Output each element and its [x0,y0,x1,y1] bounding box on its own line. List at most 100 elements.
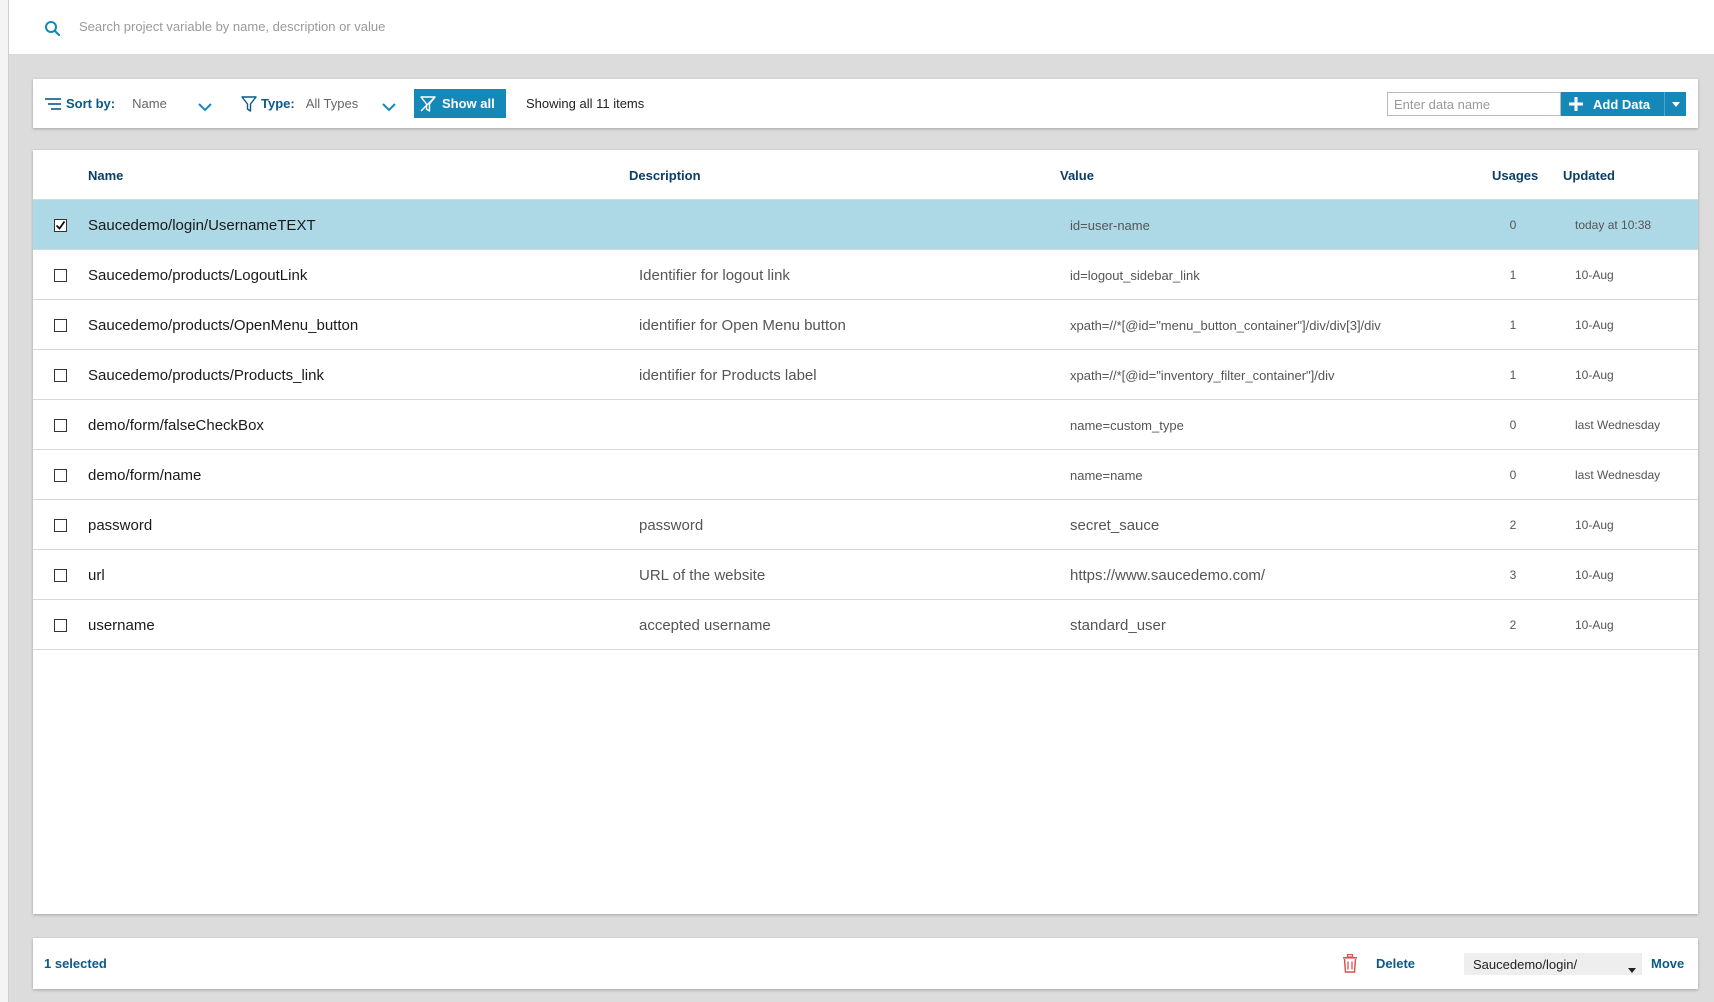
table-row[interactable]: demo/form/name name=name 0 last Wednesday [33,450,1698,500]
row-value: name=custom_type [1070,417,1184,433]
row-description: Identifier for logout link [639,266,790,284]
row-usages: 2 [1509,618,1517,632]
add-data-label: Add Data [1593,96,1651,112]
row-checkbox[interactable] [54,468,67,482]
row-usages: 0 [1509,468,1517,482]
type-filter[interactable]: Type: All Types [241,79,397,128]
add-data-button[interactable]: Add Data [1561,92,1686,116]
sort-value[interactable]: Name [132,96,197,111]
table-row[interactable]: password password secret_sauce 2 10-Aug [33,500,1698,550]
row-updated: 10-Aug [1575,268,1614,282]
show-all-button[interactable]: Show all [414,89,506,118]
row-updated: 10-Aug [1575,618,1614,632]
row-checkbox[interactable] [54,268,67,282]
table-header: Name Description Value Usages Updated [33,150,1698,200]
filter-clear-icon [420,95,436,112]
row-value: https://www.saucedemo.com/ [1070,566,1266,584]
row-checkbox[interactable] [54,368,67,382]
row-usages: 1 [1509,368,1517,382]
caret-down-icon [1628,961,1636,973]
row-usages: 0 [1509,418,1517,432]
row-value: id=user-name [1070,217,1150,233]
search-icon[interactable] [43,18,63,38]
row-name: Saucedemo/login/UsernameTEXT [88,216,316,234]
row-value: secret_sauce [1070,516,1160,534]
row-checkbox[interactable] [54,418,67,432]
type-value[interactable]: All Types [306,96,381,111]
table-row[interactable]: demo/form/falseCheckBox name=custom_type 0… [33,400,1698,450]
row-usages: 3 [1509,568,1517,582]
row-updated: today at 10:38 [1575,218,1652,232]
sort-control[interactable]: Sort by: Name [44,79,213,128]
plus-icon [1569,97,1583,111]
row-usages: 1 [1509,268,1517,282]
row-checkbox-cell [54,400,67,450]
caret-down-icon[interactable] [1664,92,1686,116]
row-description: accepted username [639,616,771,634]
row-checkbox-cell [54,300,67,350]
row-checkbox[interactable] [54,568,67,582]
trash-icon[interactable] [1342,953,1358,973]
row-usages: 0 [1509,218,1517,232]
search-input[interactable] [79,14,679,38]
row-description: identifier for Products label [639,366,817,384]
row-checkbox-cell [54,350,67,400]
column-header-name[interactable]: Name [88,150,123,200]
showing-count: Showing all 11 items [526,96,645,111]
type-label: Type: [261,96,295,111]
selected-count: 1 selected [44,956,107,971]
table-row[interactable]: Saucedemo/login/UsernameTEXT id=user-name… [33,200,1698,250]
row-checkbox-cell [54,200,67,250]
row-updated: last Wednesday [1575,468,1661,482]
row-name: Saucedemo/products/LogoutLink [88,266,308,284]
row-name: demo/form/name [88,466,202,484]
row-value: xpath=//*[@id="menu_button_container"]/d… [1070,317,1381,333]
row-updated: last Wednesday [1575,418,1661,432]
column-header-value[interactable]: Value [1060,150,1094,200]
table-row[interactable]: Saucedemo/products/OpenMenu_button identi… [33,300,1698,350]
row-name: Saucedemo/products/OpenMenu_button [88,316,359,334]
row-checkbox-cell [54,450,67,500]
table-row[interactable]: username accepted username standard_user 2 1… [33,600,1698,650]
row-name: demo/form/falseCheckBox [88,416,264,434]
row-updated: 10-Aug [1575,318,1614,332]
move-target-select[interactable]: Saucedemo/login/ [1464,953,1642,975]
left-edge-panel [0,0,9,1002]
chevron-down-icon[interactable] [381,99,397,111]
row-value: standard_user [1070,616,1166,634]
row-checkbox[interactable] [54,618,67,632]
row-checkbox[interactable] [54,518,67,532]
delete-button[interactable]: Delete [1376,938,1415,989]
row-value: id=logout_sidebar_link [1070,267,1200,283]
column-header-description[interactable]: Description [629,150,701,200]
row-value: xpath=//*[@id="inventory_filter_containe… [1070,367,1335,383]
selection-footer: 1 selected Delete Saucedemo/login/ Move [33,938,1698,989]
row-updated: 10-Aug [1575,368,1614,382]
table-row[interactable]: url URL of the website https://www.saucede… [33,550,1698,600]
row-name: username [88,616,155,634]
sort-icon [44,97,62,111]
row-checkbox[interactable] [54,318,67,332]
row-description: identifier for Open Menu button [639,316,846,334]
row-updated: 10-Aug [1575,518,1614,532]
row-checkbox-cell [54,500,67,550]
data-name-input[interactable] [1387,92,1561,116]
chevron-down-icon[interactable] [197,99,213,111]
row-description: URL of the website [639,566,766,584]
row-name: Saucedemo/products/Products_link [88,366,324,384]
row-name: password [88,516,153,534]
table-row[interactable]: Saucedemo/products/LogoutLink Identifier … [33,250,1698,300]
filter-icon [241,95,257,112]
move-button[interactable]: Move [1651,938,1684,989]
row-description: password [639,516,704,534]
column-header-updated[interactable]: Updated [1563,150,1615,200]
column-header-usages[interactable]: Usages [1492,150,1538,200]
move-target-value: Saucedemo/login/ [1473,956,1578,972]
table-row[interactable]: Saucedemo/products/Products_link identifi… [33,350,1698,400]
row-checkbox[interactable] [54,218,67,232]
row-name: url [88,566,105,584]
show-all-label: Show all [442,96,495,111]
sort-label: Sort by: [66,96,116,111]
search-bar [9,0,1714,54]
row-value: name=name [1070,467,1143,483]
